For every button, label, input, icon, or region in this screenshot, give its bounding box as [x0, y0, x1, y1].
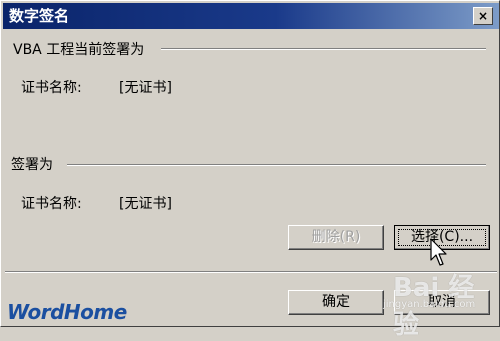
close-icon: ×	[477, 9, 489, 23]
remove-button[interactable]: 删除(R)	[288, 225, 384, 250]
vba-group-heading: VBA 工程当前签署为	[13, 39, 151, 59]
digital-signature-dialog: 数字签名 × VBA 工程当前签署为 证书名称: [无证书] 签署为 证书名称:…	[0, 0, 500, 340]
window-title: 数字签名	[9, 7, 70, 25]
ok-button-label: 确定	[322, 294, 350, 310]
mouse-pointer-icon	[430, 238, 447, 266]
vba-group-divider	[161, 48, 486, 50]
sign-cert-name-value: [无证书]	[119, 196, 172, 212]
wordhome-watermark: WordHome	[7, 300, 127, 324]
vba-cert-name-label: 证书名称:	[21, 80, 82, 96]
sign-group-heading: 签署为	[11, 154, 59, 174]
close-button[interactable]: ×	[473, 7, 493, 25]
title-bar: 数字签名 ×	[3, 3, 499, 29]
remove-button-label: 删除(R)	[311, 229, 361, 245]
sign-cert-name-label: 证书名称:	[21, 196, 82, 212]
vba-cert-name-value: [无证书]	[119, 80, 172, 96]
sign-group-divider	[67, 164, 486, 166]
baidu-url-watermark: jingyan.baidu.com	[383, 299, 476, 310]
ok-button[interactable]: 确定	[288, 290, 384, 315]
